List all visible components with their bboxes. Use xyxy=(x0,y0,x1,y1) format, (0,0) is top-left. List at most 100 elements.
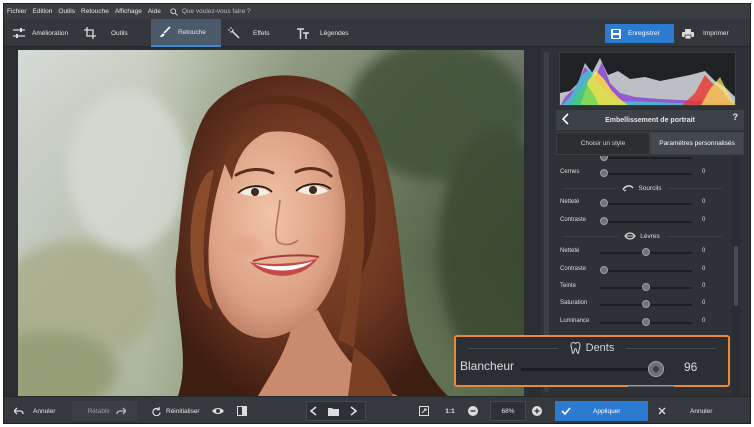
back-arrow-icon[interactable] xyxy=(562,113,570,125)
next-arrow-icon[interactable] xyxy=(350,406,357,416)
section-levres: Lèvres xyxy=(556,230,728,242)
fit-screen-button[interactable] xyxy=(418,401,434,421)
lips-icon xyxy=(624,232,637,240)
panel-title: Embellissement de portrait xyxy=(605,116,695,124)
slider-label: Contraste xyxy=(560,217,587,223)
slider-track[interactable] xyxy=(600,270,692,272)
slider-knob[interactable] xyxy=(642,318,650,326)
undo-icon xyxy=(14,407,24,415)
slider-knob[interactable] xyxy=(600,199,608,207)
tab-outils-label: Outils xyxy=(111,29,128,37)
search-icon xyxy=(170,7,178,16)
tab-effets[interactable]: Effets xyxy=(226,19,292,47)
tab-retouche[interactable]: Retouche xyxy=(151,19,221,47)
slider-label: Teinte xyxy=(560,283,577,289)
panel-scrollbar[interactable] xyxy=(732,156,740,396)
tab-outils[interactable]: Outils xyxy=(82,19,148,47)
slider-row-contraste-1: Contraste 0 xyxy=(556,215,728,227)
prev-arrow-icon[interactable] xyxy=(310,406,317,416)
slider-track[interactable] xyxy=(600,157,692,159)
sliders-icon xyxy=(13,28,25,38)
slider-knob[interactable] xyxy=(642,248,650,256)
help-button[interactable]: ? xyxy=(733,112,739,122)
panel-scroll-thumb[interactable] xyxy=(734,246,738,306)
redo-label: Rétablir xyxy=(87,407,110,415)
print-label: Imprimer xyxy=(703,30,729,37)
folder-icon[interactable] xyxy=(328,407,339,416)
menu-aide[interactable]: Aide xyxy=(148,8,161,15)
slider-label: Contraste xyxy=(560,266,587,272)
menu-outils[interactable]: Outils xyxy=(58,8,75,15)
menu-edition[interactable]: Edition xyxy=(33,8,53,15)
tab-legendes-label: Légendes xyxy=(320,29,349,37)
slider-label: Saturation xyxy=(560,300,588,306)
slider-row-partial xyxy=(556,156,728,163)
slider-value: 0 xyxy=(702,300,706,306)
menu-fichier[interactable]: Fichier xyxy=(7,8,27,15)
zoom-in-button[interactable] xyxy=(531,401,547,421)
eyebrow-icon xyxy=(622,185,635,192)
menu-affichage[interactable]: Affichage xyxy=(115,8,142,15)
tab-choose-style[interactable]: Choisir un style xyxy=(556,132,650,155)
compare-button[interactable] xyxy=(234,401,254,421)
section-sourcils: Sourcils xyxy=(556,182,728,194)
text-icon xyxy=(297,27,309,39)
slider-value: 0 xyxy=(702,266,706,272)
zoom-out-button[interactable] xyxy=(467,401,483,421)
slider-knob[interactable] xyxy=(642,283,650,291)
slider-knob[interactable] xyxy=(600,156,608,161)
section-dents: Dents xyxy=(456,341,728,355)
printer-icon xyxy=(682,28,694,39)
zoom-out-icon xyxy=(467,406,478,416)
apply-button[interactable]: Appliquer xyxy=(555,401,648,421)
save-button[interactable]: Enregistrer xyxy=(605,24,674,43)
check-icon xyxy=(561,407,571,415)
redo-button[interactable]: Rétablir xyxy=(72,401,137,421)
tab-legendes[interactable]: Légendes xyxy=(295,19,369,47)
tab-effets-label: Effets xyxy=(253,29,270,37)
slider-row-luminance: Luminance 0 xyxy=(556,316,728,328)
slider-label: Cernes xyxy=(560,169,580,175)
tab-custom-settings[interactable]: Paramètres personnalisés xyxy=(650,132,744,155)
panel-header: Embellissement de portrait ? xyxy=(556,110,744,130)
slider-value: 0 xyxy=(702,217,706,223)
menu-retouche[interactable]: Retouche xyxy=(81,8,109,15)
whiteness-slider-track[interactable] xyxy=(521,368,665,371)
fit-screen-icon xyxy=(418,406,429,416)
slider-row-teinte: Teinte 0 xyxy=(556,281,728,293)
main-toolbar: Amélioration Outils Retouche Effets Lége… xyxy=(4,19,750,47)
apply-label: Appliquer xyxy=(593,407,621,415)
section-dents-label: Dents xyxy=(585,342,615,354)
tab-amelioration[interactable]: Amélioration xyxy=(4,19,74,47)
slider-track[interactable] xyxy=(600,173,692,175)
print-button[interactable]: Imprimer xyxy=(680,24,748,43)
navigation-group xyxy=(306,401,366,421)
slider-label: Luminance xyxy=(560,318,590,324)
undo-label: Annuler xyxy=(33,407,56,415)
slider-value: 0 xyxy=(702,169,706,175)
magic-wand-icon xyxy=(228,27,240,39)
slider-knob[interactable] xyxy=(600,217,608,225)
slider-knob[interactable] xyxy=(600,266,608,274)
slider-knob[interactable] xyxy=(600,169,608,177)
histogram xyxy=(559,52,736,106)
app-window: Fichier Edition Outils Retouche Affichag… xyxy=(3,3,751,424)
search-box[interactable]: Que voulez-vous faire ? xyxy=(170,7,251,16)
slider-knob[interactable] xyxy=(642,300,650,308)
undo-button[interactable]: Annuler xyxy=(8,401,68,421)
slider-value: 0 xyxy=(702,283,706,289)
zoom-level[interactable]: 68% xyxy=(490,401,526,421)
whiteness-label: Blancheur xyxy=(460,359,515,373)
cancel-button[interactable]: Annuler xyxy=(654,401,748,421)
actual-size-button[interactable]: 1:1 xyxy=(442,401,458,421)
portrait-photo[interactable] xyxy=(18,50,524,396)
preview-toggle-button[interactable] xyxy=(210,401,230,421)
section-levres-label: Lèvres xyxy=(640,232,660,240)
save-icon xyxy=(611,28,621,39)
reset-button[interactable]: Réinitialiser xyxy=(146,401,206,421)
slider-track[interactable] xyxy=(600,203,692,205)
whiteness-slider-knob[interactable] xyxy=(648,361,664,377)
eye-icon xyxy=(211,408,224,414)
slider-track[interactable] xyxy=(600,221,692,223)
slider-row-nettete-2: Netteté 0 xyxy=(556,246,728,258)
